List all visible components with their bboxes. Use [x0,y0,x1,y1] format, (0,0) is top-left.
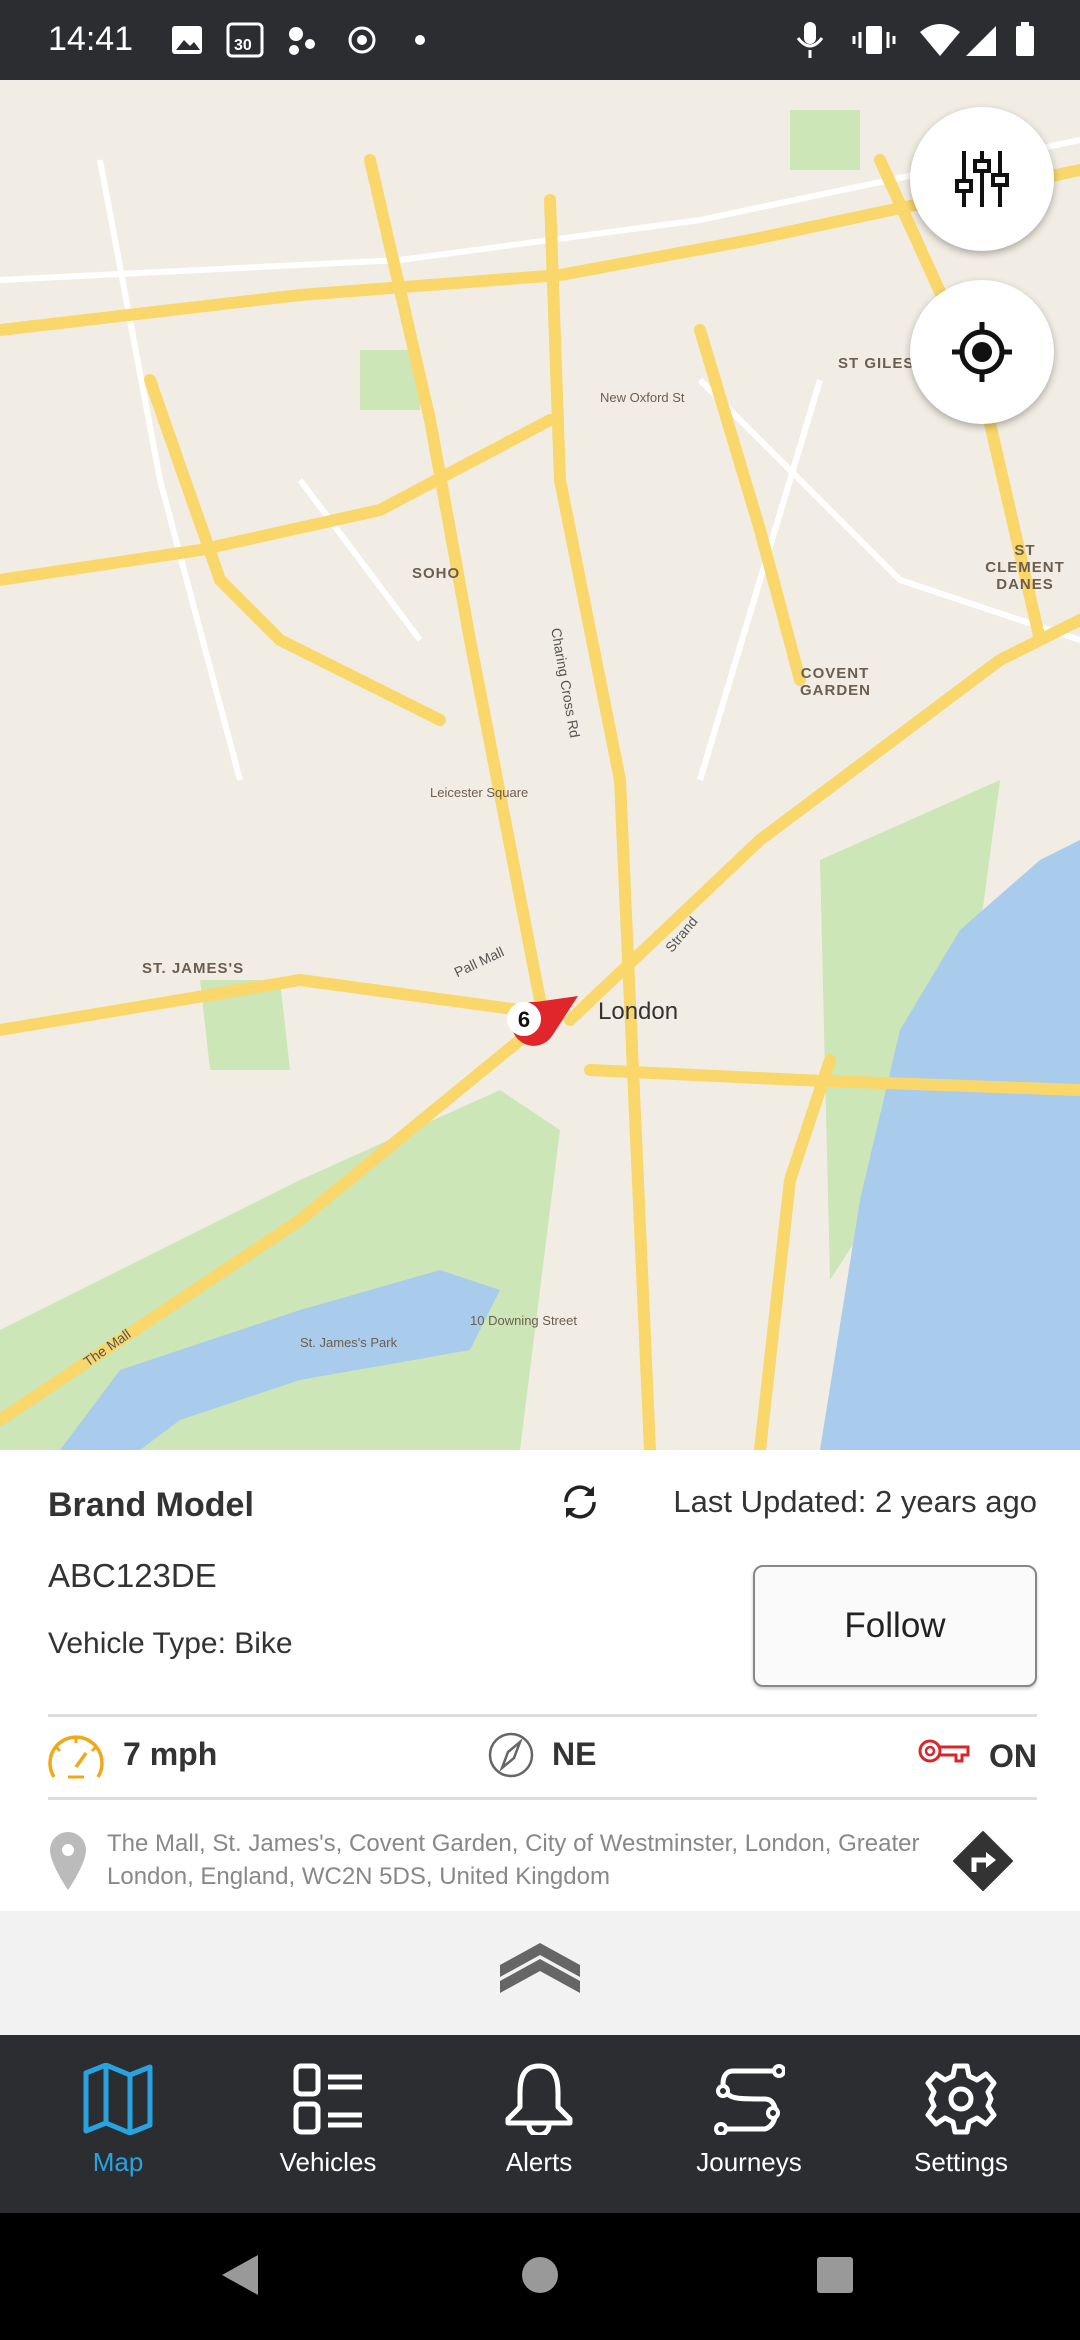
notification-icons: 30 [172,22,425,58]
drawer-handle[interactable] [0,1911,1080,2035]
map-icon [83,2063,153,2135]
svg-text:30: 30 [234,37,252,54]
map-label-st-james: ST. JAMES'S [142,960,245,977]
speed-value: 7 mph [123,1736,218,1772]
registration: ABC123DE [48,1557,217,1594]
compass-icon [488,1732,534,1778]
refresh-icon[interactable] [558,1480,602,1524]
divider [48,1797,1037,1800]
crosshair-icon [952,322,1012,382]
map-label-covent-garden: COVENT GARDEN [800,665,872,699]
filter-button[interactable] [910,107,1054,251]
map-view[interactable]: SOHO COVENT GARDEN ST. JAMES'S ST GILES … [0,80,1080,1450]
divider [48,1714,1037,1717]
double-chevron-up-icon [500,1943,580,1993]
address: The Mall, St. James's, Covent Garden, Ci… [107,1830,920,1890]
map-label-soho: SOHO [412,565,461,582]
last-updated: Last Updated: 2 years ago [673,1484,1037,1519]
map-label-leicester: Leicester Square [430,785,529,800]
vehicle-marker[interactable]: 6 [496,988,586,1059]
svg-text:6: 6 [518,1007,530,1032]
map-label-st-james-park: St. James's Park [300,1335,398,1350]
vehicle-name: Brand Model [48,1486,254,1524]
nav-map[interactable]: Map [13,2035,223,2213]
bottom-nav: Map Vehicles Alerts Journeys Settings [0,2035,1080,2213]
map-label-st-clement: ST CLEMENT DANES [985,542,1065,593]
back-icon[interactable] [220,2253,260,2297]
map-label-st-giles: ST GILES [838,355,915,372]
status-time: 14:41 [48,20,134,58]
location-pin-icon [50,1832,86,1890]
system-status-icons [796,22,1034,58]
nav-journeys[interactable]: Journeys [644,2035,854,2213]
route-icon [714,2064,785,2135]
recents-icon[interactable] [815,2255,855,2295]
map-label-london: London [598,998,679,1025]
map-label-downing: 10 Downing Street [470,1313,577,1328]
map-tiles [0,80,1080,1450]
home-icon[interactable] [520,2255,560,2295]
vehicle-type: Vehicle Type: Bike [48,1627,293,1660]
nav-alerts[interactable]: Alerts [434,2035,644,2213]
key-icon [918,1739,970,1763]
speedometer-icon [48,1735,104,1779]
gear-icon [925,2063,997,2135]
follow-button[interactable]: Follow [753,1565,1037,1687]
sliders-icon [955,151,1009,207]
status-bar: 14:41 30 [0,0,1080,80]
nav-vehicles[interactable]: Vehicles [223,2035,433,2213]
map-label-oxford: New Oxford St [600,390,685,405]
ignition-status: ON [989,1738,1037,1774]
bell-icon [505,2063,573,2135]
list-icon [293,2063,362,2135]
heading-value: NE [552,1736,597,1772]
system-nav-bar [0,2213,1080,2340]
directions-icon[interactable] [952,1830,1014,1892]
nav-settings[interactable]: Settings [856,2035,1066,2213]
my-location-button[interactable] [910,280,1054,424]
